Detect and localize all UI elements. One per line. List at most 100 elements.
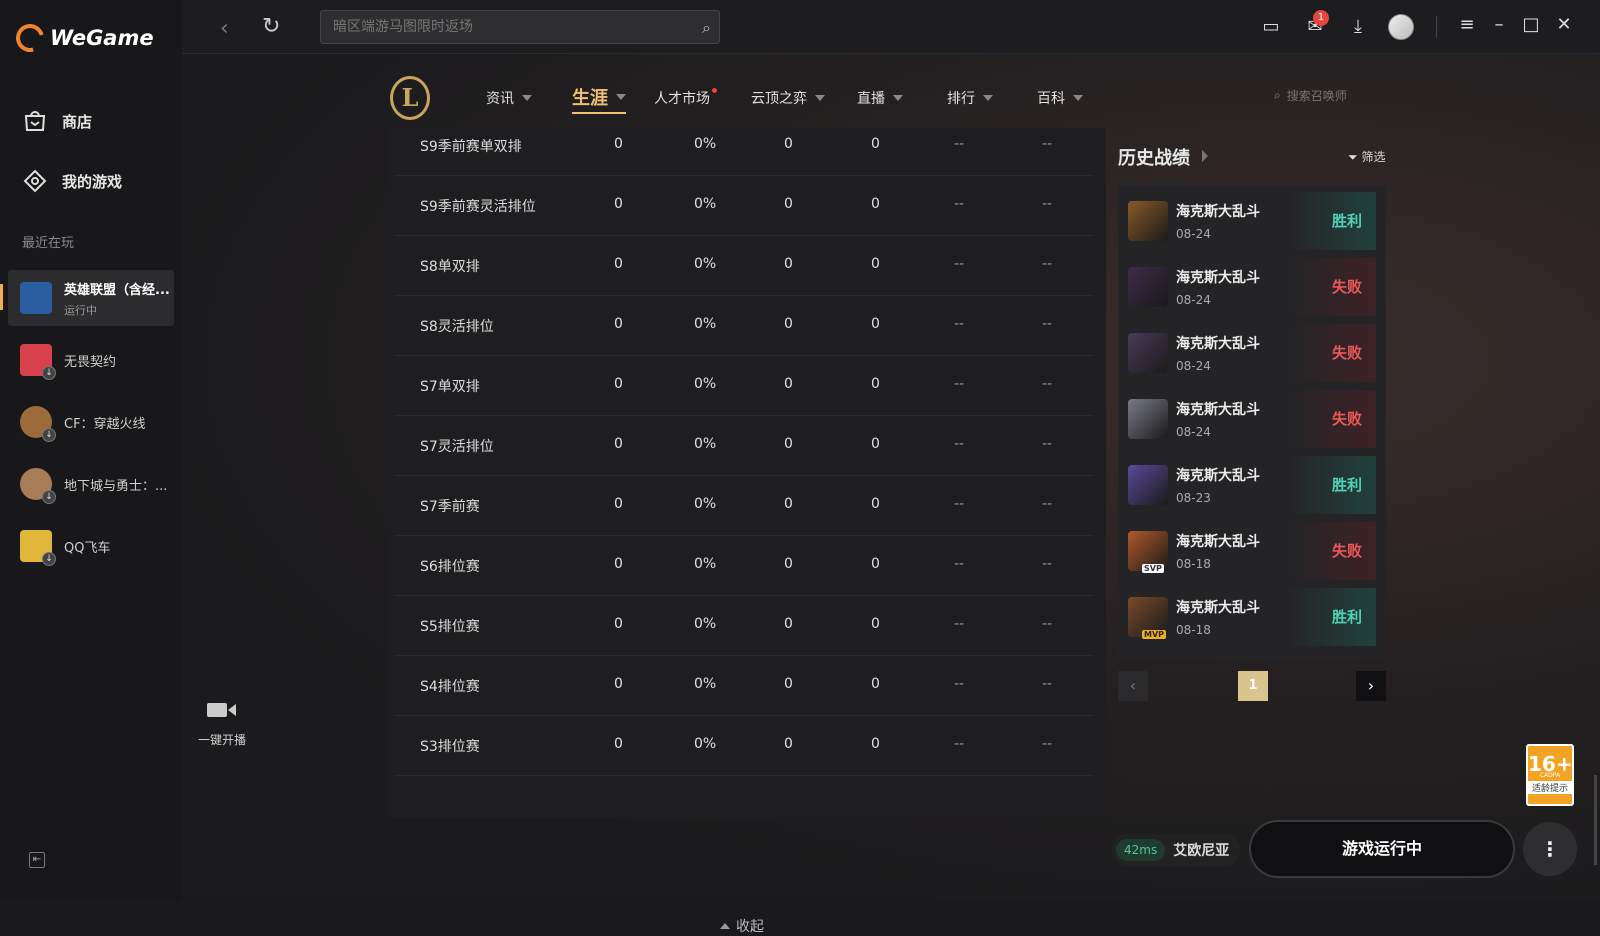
tab-ranking[interactable]: 排行 xyxy=(947,88,993,108)
download-icon: ↓ xyxy=(42,552,56,566)
table-cell: 0 xyxy=(784,136,793,152)
match-date: 08-24 xyxy=(1176,359,1211,373)
menu-icon[interactable]: ≡ xyxy=(1456,14,1478,35)
match-item[interactable]: 海克斯大乱斗 08-23 胜利 xyxy=(1128,456,1376,514)
game-name: QQ飞车 xyxy=(64,540,111,556)
game-name: CF：穿越火线 xyxy=(64,416,146,432)
brand-name: WeGame xyxy=(50,26,154,50)
back-icon[interactable]: ‹ xyxy=(220,16,229,41)
search-input[interactable] xyxy=(321,11,681,43)
tab-label: 资讯 xyxy=(486,91,514,107)
close-icon[interactable]: ✕ xyxy=(1553,14,1575,35)
nav-my-games-label: 我的游戏 xyxy=(62,172,123,191)
table-cell: 0 xyxy=(614,736,623,752)
match-item[interactable]: SVP 海克斯大乱斗 08-18 失败 xyxy=(1128,522,1376,580)
tab-label: 生涯 xyxy=(572,88,608,109)
tab-label: 云顶之弈 xyxy=(751,91,807,107)
table-cell: 0% xyxy=(694,736,717,752)
match-mode: 海克斯大乱斗 xyxy=(1176,402,1260,418)
table-cell: 0 xyxy=(871,136,880,152)
table-cell: 0 xyxy=(784,376,793,392)
filter-icon: ⏷ xyxy=(1348,150,1358,164)
tab-talent-market[interactable]: 人才市场 xyxy=(654,87,723,108)
match-item[interactable]: 海克斯大乱斗 08-24 失败 xyxy=(1128,390,1376,448)
one-click-stream[interactable]: 一键开播 xyxy=(192,700,252,748)
summoner-search-input[interactable] xyxy=(1286,88,1397,103)
history-title[interactable]: 历史战绩 xyxy=(1118,144,1190,170)
table-cell: 0 xyxy=(614,676,623,692)
wegame-logo[interactable]: WeGame xyxy=(10,18,154,58)
game-qqspeed[interactable]: ↓ QQ飞车 xyxy=(8,518,174,574)
champion-avatar xyxy=(1128,201,1168,241)
server-status[interactable]: 42ms 艾欧尼亚 xyxy=(1112,834,1240,866)
game-dnf[interactable]: ↓ 地下城与勇士：... xyxy=(8,456,174,512)
table-cell: -- xyxy=(1042,256,1053,272)
match-item[interactable]: 海克斯大乱斗 08-24 失败 xyxy=(1128,324,1376,382)
lol-logo-icon[interactable]: L xyxy=(390,76,430,120)
game-cf[interactable]: ↓ CF：穿越火线 xyxy=(8,394,174,450)
chevron-right-icon[interactable] xyxy=(1202,150,1208,162)
refresh-icon[interactable]: ↻ xyxy=(262,14,280,39)
tab-news[interactable]: 资讯 xyxy=(486,88,532,108)
search-icon[interactable]: ⌕ xyxy=(1274,88,1281,103)
table-cell: 0 xyxy=(784,556,793,572)
page-number[interactable]: 1 xyxy=(1238,671,1268,701)
table-cell: S7灵活排位 xyxy=(420,439,494,455)
next-page-icon[interactable]: › xyxy=(1356,671,1386,701)
award-badge: SVP xyxy=(1142,564,1164,573)
table-cell: 0 xyxy=(784,496,793,512)
table-row: S4排位赛 0 0% 0 0 -- -- xyxy=(394,656,1094,716)
table-cell: S7季前赛 xyxy=(420,499,480,515)
nav-my-games[interactable]: 我的游戏 xyxy=(22,168,122,194)
nav-store[interactable]: 商店 xyxy=(22,108,92,134)
scrollbar[interactable] xyxy=(1594,775,1597,865)
search-icon[interactable]: ⌕ xyxy=(702,18,711,38)
game-lol[interactable]: 英雄联盟（含经... 运行中 xyxy=(8,270,174,326)
award-badge: MVP xyxy=(1142,630,1167,639)
launch-game-button[interactable]: 游戏运行中 xyxy=(1249,820,1515,878)
download-manager-icon[interactable]: ⤓ xyxy=(1345,14,1371,40)
tab-wiki[interactable]: 百科 xyxy=(1037,88,1083,108)
table-cell: -- xyxy=(1042,616,1053,632)
table-cell: 0 xyxy=(784,256,793,272)
match-result: 失败 xyxy=(1288,522,1376,580)
table-cell: 0 xyxy=(871,256,880,272)
match-info: 海克斯大乱斗 08-18 xyxy=(1176,597,1260,637)
table-cell: 0 xyxy=(784,736,793,752)
match-item[interactable]: 海克斯大乱斗 08-24 失败 xyxy=(1128,258,1376,316)
table-row: S9季前赛单双排 0 0% 0 0 -- -- xyxy=(394,116,1094,176)
minimize-icon[interactable]: – xyxy=(1488,14,1510,35)
table-cell: S3排位赛 xyxy=(420,739,480,755)
match-mode: 海克斯大乱斗 xyxy=(1176,336,1260,352)
chat-icon[interactable]: ▭ xyxy=(1258,14,1284,40)
match-item[interactable]: 海克斯大乱斗 08-24 胜利 xyxy=(1128,192,1376,250)
game-valorant[interactable]: ↓ 无畏契约 xyxy=(8,332,174,388)
tab-tft[interactable]: 云顶之弈 xyxy=(751,88,825,108)
table-cell: 0 xyxy=(614,496,623,512)
collapse-button[interactable]: 收起 xyxy=(720,916,764,936)
more-options-icon[interactable]: ⋮ xyxy=(1523,822,1577,876)
table-cell: 0 xyxy=(614,316,623,332)
table-cell: -- xyxy=(1042,376,1053,392)
table-cell: 0 xyxy=(871,736,880,752)
tab-live[interactable]: 直播 xyxy=(857,88,903,108)
table-cell: 0 xyxy=(871,316,880,332)
table-cell: 0% xyxy=(694,496,717,512)
match-info: 海克斯大乱斗 08-24 xyxy=(1176,267,1260,307)
table-cell: -- xyxy=(1042,436,1053,452)
chevron-down-icon xyxy=(893,95,903,101)
filter-button[interactable]: ⏷ 筛选 xyxy=(1348,148,1385,165)
match-item[interactable]: MVP 海克斯大乱斗 08-18 胜利 xyxy=(1128,588,1376,646)
table-cell: 0 xyxy=(784,436,793,452)
table-cell: -- xyxy=(954,256,965,272)
prev-page-icon[interactable]: ‹ xyxy=(1118,671,1148,701)
maximize-icon[interactable]: □ xyxy=(1520,14,1542,35)
table-cell: 0 xyxy=(871,196,880,212)
tab-label: 直播 xyxy=(857,91,885,107)
collapse-sidebar-icon[interactable]: ⇤ xyxy=(29,852,45,868)
tab-career[interactable]: 生涯 xyxy=(572,84,626,114)
user-avatar[interactable] xyxy=(1388,14,1414,40)
qqspeed-game-icon: ↓ xyxy=(20,530,56,566)
match-info: 海克斯大乱斗 08-24 xyxy=(1176,333,1260,373)
filter-label: 筛选 xyxy=(1361,150,1386,164)
